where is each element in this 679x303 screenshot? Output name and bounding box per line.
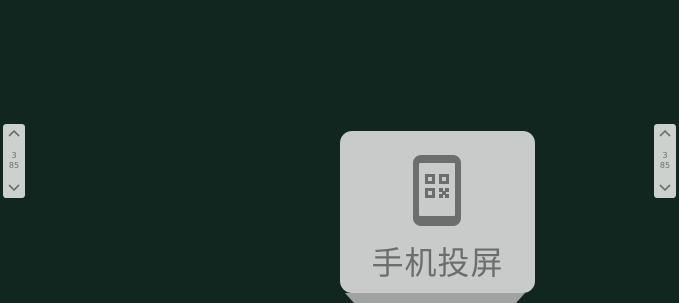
screen-cast-button[interactable]: 手机投屏 [340, 131, 535, 293]
chevron-up-icon[interactable] [657, 126, 673, 140]
chevron-down-icon[interactable] [657, 181, 673, 195]
phone-qr-icon [413, 155, 461, 226]
pager-value-bottom: 85 [659, 160, 671, 170]
pager-value-top: 3 [11, 150, 17, 160]
right-pager: 3 85 [654, 124, 676, 198]
chevron-up-icon[interactable] [6, 126, 22, 140]
tile-shadow [345, 293, 525, 303]
pager-values: 3 85 [660, 151, 670, 171]
pager-value-bottom: 85 [8, 160, 20, 170]
screen-cast-label: 手机投屏 [371, 244, 504, 282]
pager-value-top: 3 [662, 150, 668, 160]
left-pager: 3 85 [3, 124, 25, 198]
pager-values: 3 85 [9, 151, 19, 171]
chevron-down-icon[interactable] [6, 181, 22, 195]
screen: 3 85 3 85 手机投屏 [0, 0, 679, 303]
